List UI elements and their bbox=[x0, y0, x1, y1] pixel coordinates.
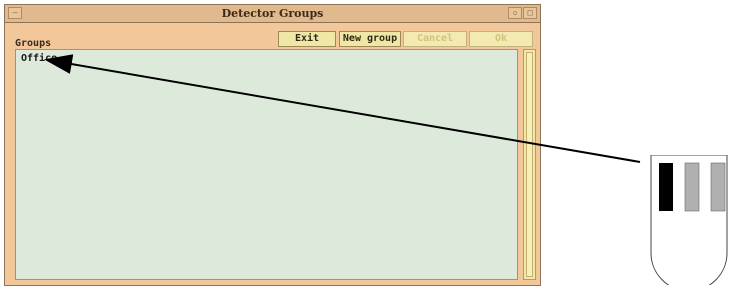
keyfob-key-2 bbox=[684, 162, 700, 212]
keyfob-key-3 bbox=[710, 162, 726, 212]
keyfob-device-icon bbox=[650, 155, 728, 285]
pointer-arrow bbox=[44, 54, 641, 163]
annotation-overlay bbox=[44, 54, 641, 163]
keyfob-key-1 bbox=[659, 163, 673, 211]
